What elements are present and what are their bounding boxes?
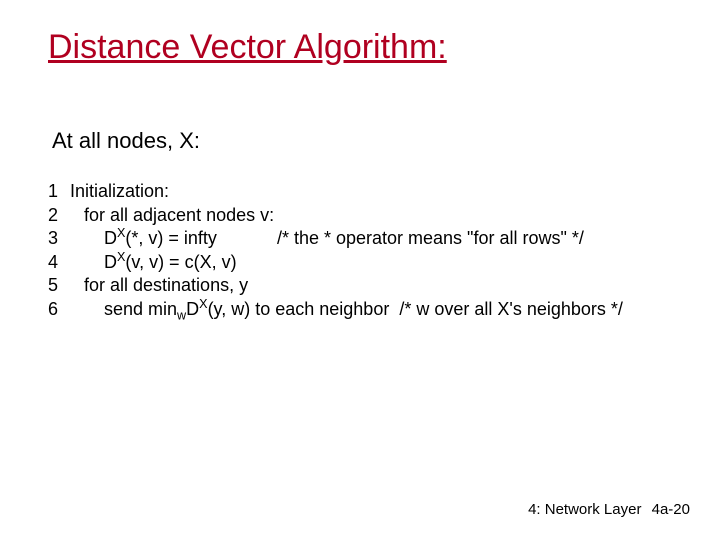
args: (y, w) to each neighbor <box>208 299 390 319</box>
line-number: 5 <box>48 274 70 297</box>
line-number: 4 <box>48 251 70 274</box>
line-text: for all destinations, y <box>70 274 623 297</box>
code-line: 5 for all destinations, y <box>48 274 623 297</box>
line-text: DX(v, v) = c(X, v) <box>70 251 623 274</box>
superscript: X <box>199 297 207 311</box>
pseudocode-block: 1 Initialization: 2 for all adjacent nod… <box>48 180 623 321</box>
subscript: w <box>177 308 186 322</box>
line-text: for all adjacent nodes v: <box>70 204 623 227</box>
slide-footer: 4: Network Layer 4a-20 <box>528 501 690 518</box>
var-d: D <box>104 252 117 272</box>
line-text: DX(*, v) = infty /* the * operator means… <box>70 227 623 250</box>
slide-title: Distance Vector Algorithm: <box>48 28 447 67</box>
line-number: 3 <box>48 227 70 250</box>
slide-subtitle: At all nodes, X: <box>52 128 200 154</box>
args: (v, v) = c(X, v) <box>125 252 236 272</box>
code-line: 2 for all adjacent nodes v: <box>48 204 623 227</box>
chapter-label: 4: Network Layer <box>528 501 641 518</box>
code-line: 4 DX(v, v) = c(X, v) <box>48 251 623 274</box>
comment: /* the * operator means "for all rows" *… <box>277 228 584 248</box>
page-number: 4a-20 <box>652 501 690 518</box>
line-text: send minwDX(y, w) to each neighbor /* w … <box>70 298 623 321</box>
line-number: 2 <box>48 204 70 227</box>
line-number: 6 <box>48 298 70 321</box>
var-d: D <box>186 299 199 319</box>
code-line: 1 Initialization: <box>48 180 623 203</box>
code-line: 6 send minwDX(y, w) to each neighbor /* … <box>48 298 623 321</box>
var-d: D <box>104 228 117 248</box>
args: (*, v) = infty <box>125 228 217 248</box>
code-line: 3 DX(*, v) = infty /* the * operator mea… <box>48 227 623 250</box>
line-text: Initialization: <box>70 180 623 203</box>
slide: Distance Vector Algorithm: At all nodes,… <box>0 0 720 540</box>
pre: send min <box>104 299 177 319</box>
comment: /* w over all X's neighbors */ <box>399 299 623 319</box>
line-number: 1 <box>48 180 70 203</box>
